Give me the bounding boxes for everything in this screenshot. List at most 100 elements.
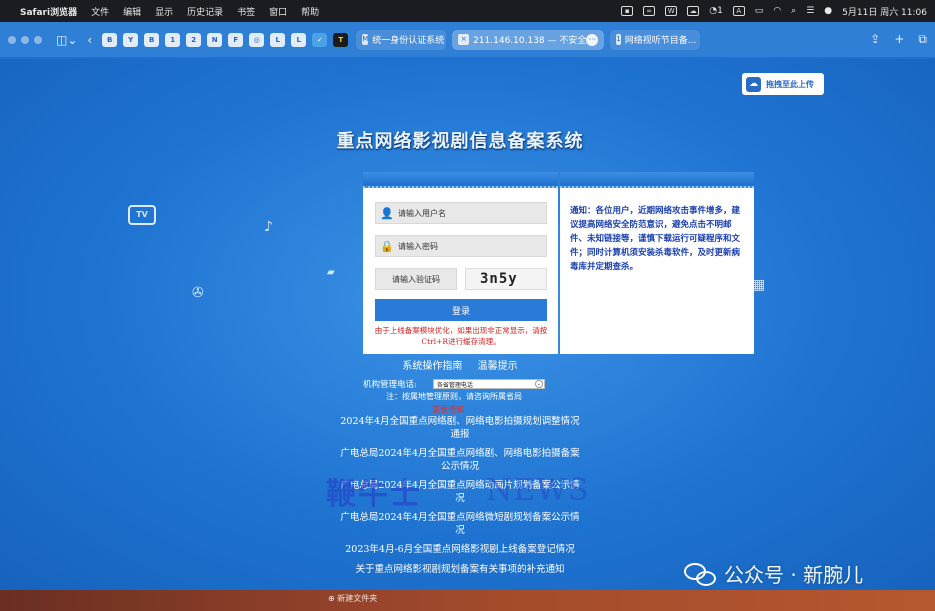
fav-item[interactable]: L <box>270 32 286 47</box>
security-notice: 通知：各位用户，近期网络攻击事件增多，建议提高网络安全防范意识，避免点击不明邮件… <box>570 206 741 272</box>
menu-help[interactable]: 帮助 <box>301 5 319 18</box>
username-input[interactable]: 👤 请输入用户名 <box>375 202 547 224</box>
vpn-icon[interactable]: W <box>665 6 678 16</box>
chevron-down-icon: ⌄ <box>534 380 543 388</box>
phone-note: 注：按属地管理原则，请咨询所属省局 <box>386 392 522 401</box>
back-icon[interactable]: ‹ <box>87 33 92 47</box>
fav-item[interactable]: ✓ <box>312 32 328 47</box>
traffic-lights <box>8 35 42 44</box>
wechat-account-watermark: 公众号 · 新腕儿 <box>684 559 863 588</box>
guide-row: 系统操作指南 温馨提示 <box>340 357 580 372</box>
tab-more-icon[interactable]: ··· <box>586 33 599 46</box>
tips-link[interactable]: 温馨提示 <box>478 361 518 372</box>
phone-select-value: 各省管理电话 <box>436 381 473 389</box>
login-panel: 👤 请输入用户名 🔒 请输入密码 请输入验证码 3n5y 登录 由于上线备案模块… <box>363 172 558 354</box>
phone-label: 机构管理电话: <box>363 380 417 390</box>
fav-item[interactable]: L <box>291 32 307 47</box>
tab-title: 网络视听节目备... <box>624 36 697 46</box>
share-icon[interactable]: ⇪ <box>870 32 880 47</box>
notice-link[interactable]: 2023年4月-6月全国重点网络影视剧上线备案登记情况 <box>340 544 580 557</box>
tab-sso[interactable]: M 统一身份认证系统 <box>356 29 447 50</box>
lock-icon: 🔒 <box>380 239 394 253</box>
screen-icon[interactable]: ▪ <box>621 6 634 16</box>
menu-history[interactable]: 历史记录 <box>187 5 223 18</box>
siri-icon[interactable]: ● <box>824 6 832 16</box>
notice-link[interactable]: 广电总局2024年4月全国重点网络微短剧规划备案公示情况 <box>340 512 580 537</box>
link-icon[interactable]: ∞ <box>643 6 656 16</box>
wechat-account-name: 公众号 · 新腕儿 <box>724 563 864 587</box>
fav-item[interactable]: F <box>228 32 244 47</box>
clock[interactable]: 5月11日 周六 11:06 <box>842 5 927 18</box>
menu-safari[interactable]: Safari浏览器 <box>20 5 77 18</box>
sidebar-toggle-icon[interactable]: ◫⌄ <box>56 33 77 47</box>
menu-view[interactable]: 显示 <box>155 5 173 18</box>
login-button[interactable]: 登录 <box>375 299 547 321</box>
desktop-bottom: ⊕ 新建文件夹 <box>0 590 935 611</box>
favorites-bar: B Y B 1 2 N F ◎ L L ✓ T <box>102 32 349 47</box>
menu-file[interactable]: 文件 <box>91 5 109 18</box>
tab-title: 211.146.10.138 — 不安全 <box>473 36 587 46</box>
username-placeholder: 请输入用户名 <box>398 208 446 218</box>
tab-overview-icon[interactable]: ⧉ <box>918 32 927 47</box>
password-input[interactable]: 🔒 请输入密码 <box>375 235 547 257</box>
phone-row: 机构管理电话: 各省管理电话 ⌄ <box>363 378 563 390</box>
search-icon[interactable]: ⌕ <box>791 6 796 16</box>
menu-edit[interactable]: 编辑 <box>123 5 141 18</box>
fav-item[interactable]: 1 <box>165 32 181 47</box>
notice-panel-header <box>560 172 754 188</box>
fav-item[interactable]: B <box>102 32 118 47</box>
tab-favicon: 1 <box>616 34 621 45</box>
fav-item[interactable]: 2 <box>186 32 202 47</box>
watermark-brand: 鞭牛士 <box>326 477 422 512</box>
cloud-icon[interactable]: ☁ <box>687 6 700 16</box>
province-phone-select[interactable]: 各省管理电话 ⌄ <box>432 379 545 389</box>
tab-current[interactable]: × 211.146.10.138 — 不安全 ··· <box>452 29 605 50</box>
battery-icon[interactable]: ▭ <box>755 6 764 16</box>
tab-av-programs[interactable]: 1 网络视听节目备... <box>610 29 701 50</box>
captcha-row: 请输入验证码 3n5y <box>375 268 547 290</box>
operation-guide-link[interactable]: 系统操作指南 <box>402 361 462 372</box>
login-panel-header <box>363 172 558 188</box>
music-note-icon: ♪ <box>264 219 273 235</box>
film-reel-icon: ✇ <box>192 285 204 301</box>
control-center-icon[interactable]: ☰ <box>806 6 814 16</box>
toolbar-actions: ⇪ + ⧉ <box>870 32 927 47</box>
important-notice-label[interactable]: 重要通知 <box>432 404 464 415</box>
status-area: ▪ ∞ W ☁ ◔1 A ▭ ◠ ⌕ ☰ ● 5月11日 周六 11:06 <box>621 5 927 18</box>
password-placeholder: 请输入密码 <box>398 241 438 251</box>
notice-link[interactable]: 2024年4月全国重点网络剧、网络电影拍摄规划调整情况通报 <box>340 416 580 441</box>
new-folder-label[interactable]: ⊕ 新建文件夹 <box>328 593 377 604</box>
wechat-count: 1 <box>717 6 723 16</box>
safari-toolbar: ◫⌄ ‹ B Y B 1 2 N F ◎ L L ✓ T M 统一身份认证系统 … <box>0 22 935 58</box>
fav-item[interactable]: T <box>333 32 349 47</box>
drag-upload-button[interactable]: ☁ 拖拽至此上传 <box>742 73 824 95</box>
menu-window[interactable]: 窗口 <box>269 5 287 18</box>
upload-label: 拖拽至此上传 <box>766 79 814 89</box>
input-method-icon[interactable]: A <box>732 6 745 16</box>
tab-close-icon[interactable]: × <box>458 34 470 45</box>
fav-item[interactable]: N <box>207 32 223 47</box>
wechat-icon[interactable]: ◔1 <box>709 6 723 16</box>
close-window-button[interactable] <box>8 35 16 44</box>
fav-item[interactable]: B <box>144 32 160 47</box>
minimize-window-button[interactable] <box>21 35 29 44</box>
cache-warning: 由于上线备案模块优化，如果出现非正常显示，请按Ctrl+R进行缓存清理。 <box>374 326 548 346</box>
safari-window: ◫⌄ ‹ B Y B 1 2 N F ◎ L L ✓ T M 统一身份认证系统 … <box>0 22 935 590</box>
notice-panel: 通知：各位用户，近期网络攻击事件增多，建议提高网络安全防范意识，避免点击不明邮件… <box>560 172 754 354</box>
new-tab-icon[interactable]: + <box>894 32 904 47</box>
notice-link[interactable]: 关于重点网络影视剧规划备案有关事项的补充通知 <box>340 564 580 577</box>
tv-icon: TV <box>128 205 156 225</box>
menu-bookmarks[interactable]: 书签 <box>237 5 255 18</box>
watermark-news: NEWS <box>486 473 590 508</box>
wifi-icon[interactable]: ◠ <box>773 6 781 16</box>
cloud-upload-icon: ☁ <box>746 76 761 92</box>
zoom-window-button[interactable] <box>34 35 42 44</box>
fav-item[interactable]: ◎ <box>249 32 265 47</box>
captcha-image[interactable]: 3n5y <box>465 268 547 290</box>
web-page: ☁ 拖拽至此上传 重点网络影视剧信息备案系统 TV ♪ ✇ ▦ ▰ ✦ 👤 请输… <box>0 59 935 590</box>
menu-bar: Safari浏览器 文件 编辑 显示 历史记录 书签 窗口 帮助 ▪ ∞ W ☁… <box>0 0 935 22</box>
fav-item[interactable]: Y <box>123 32 139 47</box>
captcha-input[interactable]: 请输入验证码 <box>375 268 457 290</box>
tab-title: 统一身份认证系统 <box>372 36 445 46</box>
user-icon: 👤 <box>380 206 394 220</box>
